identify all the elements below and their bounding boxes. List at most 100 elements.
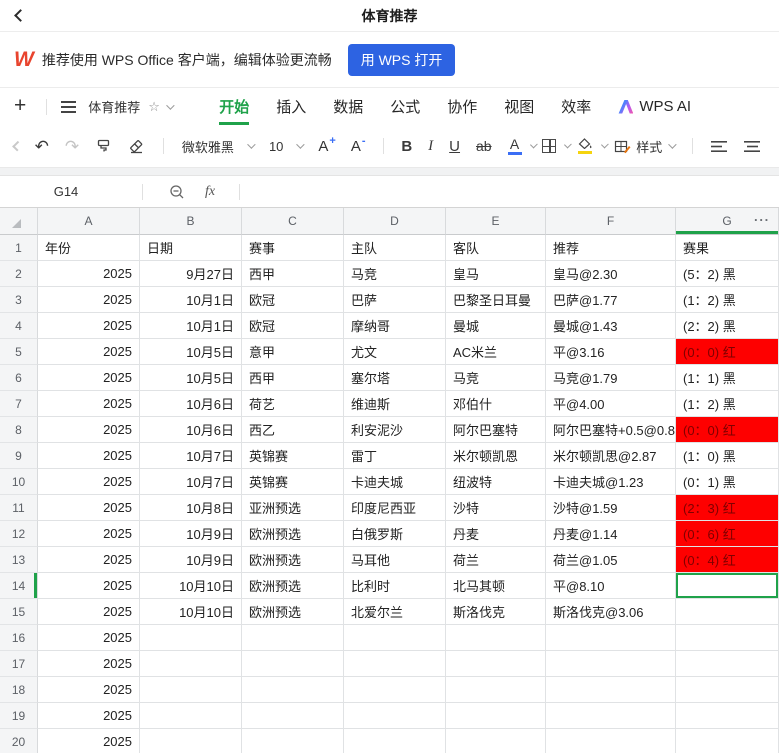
cell-A4[interactable]: 2025	[38, 313, 140, 339]
col-header-E[interactable]: E	[446, 208, 546, 235]
row-header-10[interactable]: 10	[0, 469, 38, 495]
chevron-down-icon[interactable]	[530, 141, 538, 149]
cell-E7[interactable]: 邓伯什	[446, 391, 546, 417]
cell-C5[interactable]: 意甲	[242, 339, 344, 365]
cell-A18[interactable]: 2025	[38, 677, 140, 703]
tab-collaborate[interactable]: 协作	[447, 88, 477, 125]
tab-view[interactable]: 视图	[504, 88, 534, 125]
cell-G7[interactable]: (1：2) 黑	[676, 391, 779, 417]
borders-button[interactable]	[542, 139, 556, 153]
cell-G9[interactable]: (1：0) 黑	[676, 443, 779, 469]
cell-C2[interactable]: 西甲	[242, 261, 344, 287]
cell-C13[interactable]: 欧洲预选	[242, 547, 344, 573]
cell-D3[interactable]: 巴萨	[344, 287, 446, 313]
select-all-corner[interactable]	[0, 208, 38, 235]
tab-formula[interactable]: 公式	[390, 88, 420, 125]
tab-data[interactable]: 数据	[333, 88, 363, 125]
document-name[interactable]: 体育推荐	[88, 97, 140, 116]
cell-B15[interactable]: 10月10日	[140, 599, 242, 625]
cell-F12[interactable]: 丹麦@1.14	[546, 521, 676, 547]
row-header-19[interactable]: 19	[0, 703, 38, 729]
cell-D11[interactable]: 印度尼西亚	[344, 495, 446, 521]
cell-A7[interactable]: 2025	[38, 391, 140, 417]
more-columns-icon[interactable]: ···	[754, 212, 770, 227]
format-painter-icon[interactable]	[95, 138, 112, 154]
eraser-icon[interactable]	[128, 138, 145, 154]
new-sheet-icon[interactable]: +	[14, 94, 26, 118]
italic-button[interactable]: I	[428, 138, 433, 155]
cell-A16[interactable]: 2025	[38, 625, 140, 651]
cell-D15[interactable]: 北爱尔兰	[344, 599, 446, 625]
cell-A6[interactable]: 2025	[38, 365, 140, 391]
cell-E19[interactable]	[446, 703, 546, 729]
cell-D18[interactable]	[344, 677, 446, 703]
cell-C1[interactable]: 赛事	[242, 235, 344, 261]
cell-D2[interactable]: 马竞	[344, 261, 446, 287]
cell-F10[interactable]: 卡迪夫城@1.23	[546, 469, 676, 495]
cell-A8[interactable]: 2025	[38, 417, 140, 443]
row-header-14[interactable]: 14	[0, 573, 38, 599]
cell-D7[interactable]: 维迪斯	[344, 391, 446, 417]
cell-C18[interactable]	[242, 677, 344, 703]
cell-G10[interactable]: (0：1) 黑	[676, 469, 779, 495]
insert-function-icon[interactable]: fx	[205, 184, 215, 200]
cell-A14[interactable]: 2025	[38, 573, 140, 599]
cell-A3[interactable]: 2025	[38, 287, 140, 313]
cell-F19[interactable]	[546, 703, 676, 729]
cell-E15[interactable]: 斯洛伐克	[446, 599, 546, 625]
col-header-G[interactable]: G···	[676, 208, 779, 235]
row-header-12[interactable]: 12	[0, 521, 38, 547]
cell-B9[interactable]: 10月7日	[140, 443, 242, 469]
cell-F20[interactable]	[546, 729, 676, 753]
cell-D5[interactable]: 尤文	[344, 339, 446, 365]
cell-G18[interactable]	[676, 677, 779, 703]
cell-C7[interactable]: 荷艺	[242, 391, 344, 417]
decrease-font-button[interactable]: A-	[351, 138, 365, 155]
cell-F7[interactable]: 平@4.00	[546, 391, 676, 417]
cell-C11[interactable]: 亚洲预选	[242, 495, 344, 521]
cell-F4[interactable]: 曼城@1.43	[546, 313, 676, 339]
row-header-20[interactable]: 20	[0, 729, 38, 753]
cell-A12[interactable]: 2025	[38, 521, 140, 547]
cell-B17[interactable]	[140, 651, 242, 677]
strikethrough-button[interactable]: ab	[476, 138, 492, 154]
cell-F6[interactable]: 马竞@1.79	[546, 365, 676, 391]
cell-F14[interactable]: 平@8.10	[546, 573, 676, 599]
cell-B18[interactable]	[140, 677, 242, 703]
cell-A5[interactable]: 2025	[38, 339, 140, 365]
cell-C8[interactable]: 西乙	[242, 417, 344, 443]
cell-E13[interactable]: 荷兰	[446, 547, 546, 573]
menu-icon[interactable]	[61, 106, 76, 108]
row-header-8[interactable]: 8	[0, 417, 38, 443]
cell-G13[interactable]: (0：4) 红	[676, 547, 779, 573]
cell-B5[interactable]: 10月5日	[140, 339, 242, 365]
cell-B3[interactable]: 10月1日	[140, 287, 242, 313]
back-icon[interactable]	[14, 9, 27, 22]
cell-F11[interactable]: 沙特@1.59	[546, 495, 676, 521]
cell-E8[interactable]: 阿尔巴塞特	[446, 417, 546, 443]
row-header-18[interactable]: 18	[0, 677, 38, 703]
zoom-icon[interactable]	[169, 184, 185, 200]
cell-A2[interactable]: 2025	[38, 261, 140, 287]
cell-C15[interactable]: 欧洲预选	[242, 599, 344, 625]
cell-B1[interactable]: 日期	[140, 235, 242, 261]
cell-G15[interactable]	[676, 599, 779, 625]
cell-F13[interactable]: 荷兰@1.05	[546, 547, 676, 573]
cell-E10[interactable]: 纽波特	[446, 469, 546, 495]
cell-B8[interactable]: 10月6日	[140, 417, 242, 443]
cell-E1[interactable]: 客队	[446, 235, 546, 261]
cell-E12[interactable]: 丹麦	[446, 521, 546, 547]
align-left-button[interactable]	[711, 140, 728, 153]
cell-D8[interactable]: 利安泥沙	[344, 417, 446, 443]
cell-C19[interactable]	[242, 703, 344, 729]
cell-A17[interactable]: 2025	[38, 651, 140, 677]
open-in-wps-button[interactable]: 用 WPS 打开	[348, 44, 456, 76]
cell-E9[interactable]: 米尔顿凯恩	[446, 443, 546, 469]
row-header-16[interactable]: 16	[0, 625, 38, 651]
redo-icon[interactable]: ↷	[65, 138, 79, 155]
cell-A15[interactable]: 2025	[38, 599, 140, 625]
cell-G19[interactable]	[676, 703, 779, 729]
cell-A19[interactable]: 2025	[38, 703, 140, 729]
cell-D16[interactable]	[344, 625, 446, 651]
cell-F2[interactable]: 皇马@2.30	[546, 261, 676, 287]
